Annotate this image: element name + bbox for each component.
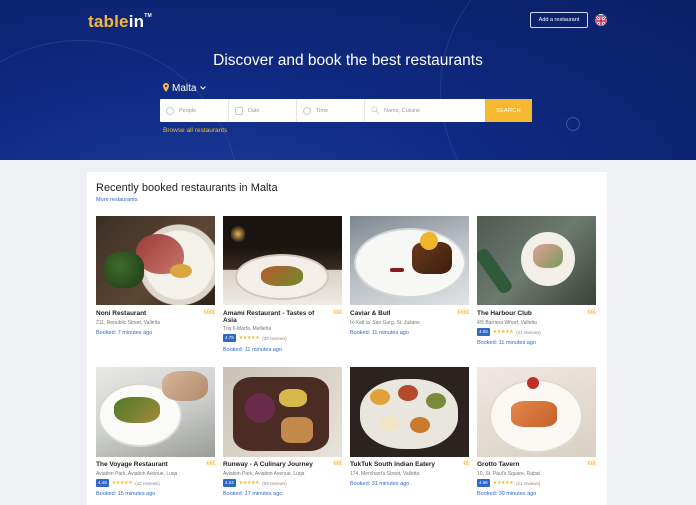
restaurant-photo[interactable] (223, 367, 342, 457)
star-rating-icon: ★★★★★ (238, 480, 260, 486)
restaurant-name[interactable]: Grotto Tavern (477, 461, 579, 468)
booked-time: Booked: 11 minutes ago (350, 330, 409, 336)
hero-headline: Discover and book the best restaurants (213, 52, 483, 69)
restaurant-card[interactable]: TukTuk South Indian Eatery €€ 174, Merch… (350, 367, 469, 487)
chevron-down-icon (200, 85, 207, 92)
restaurant-address: 174, Merchant's Street, Valletta (350, 471, 420, 477)
restaurant-photo[interactable] (477, 216, 596, 305)
booked-time: Booked: 17 minutes ago (223, 491, 283, 497)
people-field[interactable]: People (160, 99, 229, 122)
review-count[interactable]: (59 reviews) (262, 481, 287, 486)
recent-bookings-panel: Recently booked restaurants in Malta Mor… (87, 172, 607, 505)
date-field[interactable]: Date (229, 99, 297, 122)
rating-score: 4.63 (477, 328, 490, 336)
search-placeholder: Name, Cuisine (384, 107, 421, 114)
restaurant-card[interactable]: The Harbour Club €€€ 4/5 Barriera Wharf,… (477, 216, 596, 346)
price-level: €€€ (587, 310, 596, 316)
rating: 4.78 ★★★★★ (29 reviews) (223, 334, 287, 342)
hero-banner: tableinTM Add a restaurant Discover and … (0, 0, 696, 160)
uk-flag-icon[interactable] (595, 14, 607, 26)
star-rating-icon: ★★★★★ (492, 329, 514, 335)
booked-time: Booked: 39 minutes ago (477, 491, 537, 497)
clock-icon (303, 106, 311, 115)
search-button[interactable]: SEARCH (485, 99, 532, 122)
restaurant-address: Ix-Xatt ta' San Gorg, St. Julians (350, 320, 420, 326)
restaurant-address: Triq Il-Marfa, Mellieha (223, 326, 272, 332)
review-count[interactable]: (42 reviews) (135, 481, 160, 486)
restaurant-name[interactable]: Noni Restaurant (96, 310, 198, 317)
rating: 4.66 ★★★★★ (11 reviews) (477, 479, 540, 487)
restaurant-address: Aviation Park, Aviation Avenue, Luqa (96, 471, 178, 477)
restaurant-card[interactable]: Amami Restaurant - Tastes of Asia €€€ Tr… (223, 216, 342, 353)
restaurant-name[interactable]: The Harbour Club (477, 310, 579, 317)
person-icon (166, 106, 174, 115)
price-level: €€€€ (457, 310, 470, 316)
section-title: Recently booked restaurants in Malta (96, 182, 278, 194)
restaurant-photo[interactable] (477, 367, 596, 457)
browse-all-link[interactable]: Browse all restaurants (163, 127, 227, 134)
search-icon (371, 105, 379, 116)
location-selector[interactable]: Malta (163, 83, 207, 94)
logo-trademark: TM (144, 13, 152, 19)
logo-accent: in (128, 12, 145, 31)
restaurant-card[interactable]: Noni Restaurant €€€€ 211, Republic Stree… (96, 216, 216, 336)
booked-time: Booked: 11 minutes ago (477, 340, 536, 346)
rating: 4.63 ★★★★★ (21 reviews) (477, 328, 541, 336)
time-field[interactable]: Time (297, 99, 365, 122)
restaurant-name[interactable]: Runway - A Culinary Journey (223, 461, 325, 468)
restaurant-card[interactable]: Runway - A Culinary Journey €€€ Aviation… (223, 367, 342, 497)
restaurant-photo[interactable] (350, 367, 469, 457)
price-level: €€€ (587, 461, 596, 467)
logo[interactable]: tableinTM (88, 12, 152, 32)
booked-time: Booked: 15 minutes ago (96, 491, 156, 497)
restaurant-photo[interactable] (96, 367, 215, 457)
rating-score: 4.48 (96, 479, 109, 487)
booked-time: Booked: 7 minutes ago (96, 330, 153, 336)
restaurant-card[interactable]: The Voyage Restaurant €€€ Aviation Park,… (96, 367, 215, 497)
rating: 4.24 ★★★★★ (59 reviews) (223, 479, 287, 487)
restaurant-address: 211, Republic Street, Valletta (96, 320, 161, 326)
restaurant-name[interactable]: The Voyage Restaurant (96, 461, 198, 468)
price-level: €€€ (333, 310, 342, 316)
restaurant-photo[interactable] (350, 216, 469, 305)
decorative-ring (566, 117, 580, 131)
logo-text: table (88, 12, 129, 31)
rating-score: 4.78 (223, 334, 236, 342)
review-count[interactable]: (21 reviews) (516, 330, 541, 335)
restaurant-address: 4/5 Barriera Wharf, Valletta (477, 320, 537, 326)
restaurant-address: 10, St. Paul's Square, Rabat (477, 471, 540, 477)
review-count[interactable]: (11 reviews) (516, 481, 540, 486)
price-level: €€€€ (203, 310, 216, 316)
star-rating-icon: ★★★★★ (492, 480, 514, 486)
restaurant-name[interactable]: Caviar & Bull (350, 310, 452, 317)
location-label: Malta (172, 83, 197, 94)
add-restaurant-button[interactable]: Add a restaurant (530, 12, 588, 28)
restaurant-photo[interactable] (223, 216, 342, 305)
rating: 4.48 ★★★★★ (42 reviews) (96, 479, 160, 487)
restaurant-card[interactable]: Caviar & Bull €€€€ Ix-Xatt ta' San Gorg,… (350, 216, 470, 336)
price-level: €€ (463, 461, 469, 467)
search-input[interactable]: Name, Cuisine (365, 99, 485, 122)
date-placeholder: Date (248, 107, 260, 114)
star-rating-icon: ★★★★★ (111, 480, 133, 486)
search-bar: People Date Time Name, Cuisine SEARCH (160, 99, 532, 122)
rating-score: 4.66 (477, 479, 490, 487)
calendar-icon (235, 106, 243, 115)
location-pin-icon (163, 83, 169, 94)
booked-time: Booked: 31 minutes ago (350, 481, 410, 487)
time-placeholder: Time (316, 107, 329, 114)
restaurant-name[interactable]: Amami Restaurant - Tastes of Asia (223, 310, 325, 324)
restaurant-name[interactable]: TukTuk South Indian Eatery (350, 461, 452, 468)
price-level: €€€ (333, 461, 342, 467)
restaurant-address: Aviation Park, Aviation Avenue, Luqa (223, 471, 305, 477)
star-rating-icon: ★★★★★ (238, 335, 260, 341)
price-level: €€€ (206, 461, 215, 467)
review-count[interactable]: (29 reviews) (262, 336, 287, 341)
more-restaurants-link[interactable]: More restaurants (96, 197, 138, 203)
restaurant-photo[interactable] (96, 216, 215, 305)
booked-time: Booked: 11 minutes ago (223, 347, 282, 353)
restaurant-card[interactable]: Grotto Tavern €€€ 10, St. Paul's Square,… (477, 367, 596, 497)
rating-score: 4.24 (223, 479, 236, 487)
people-placeholder: People (179, 107, 197, 114)
